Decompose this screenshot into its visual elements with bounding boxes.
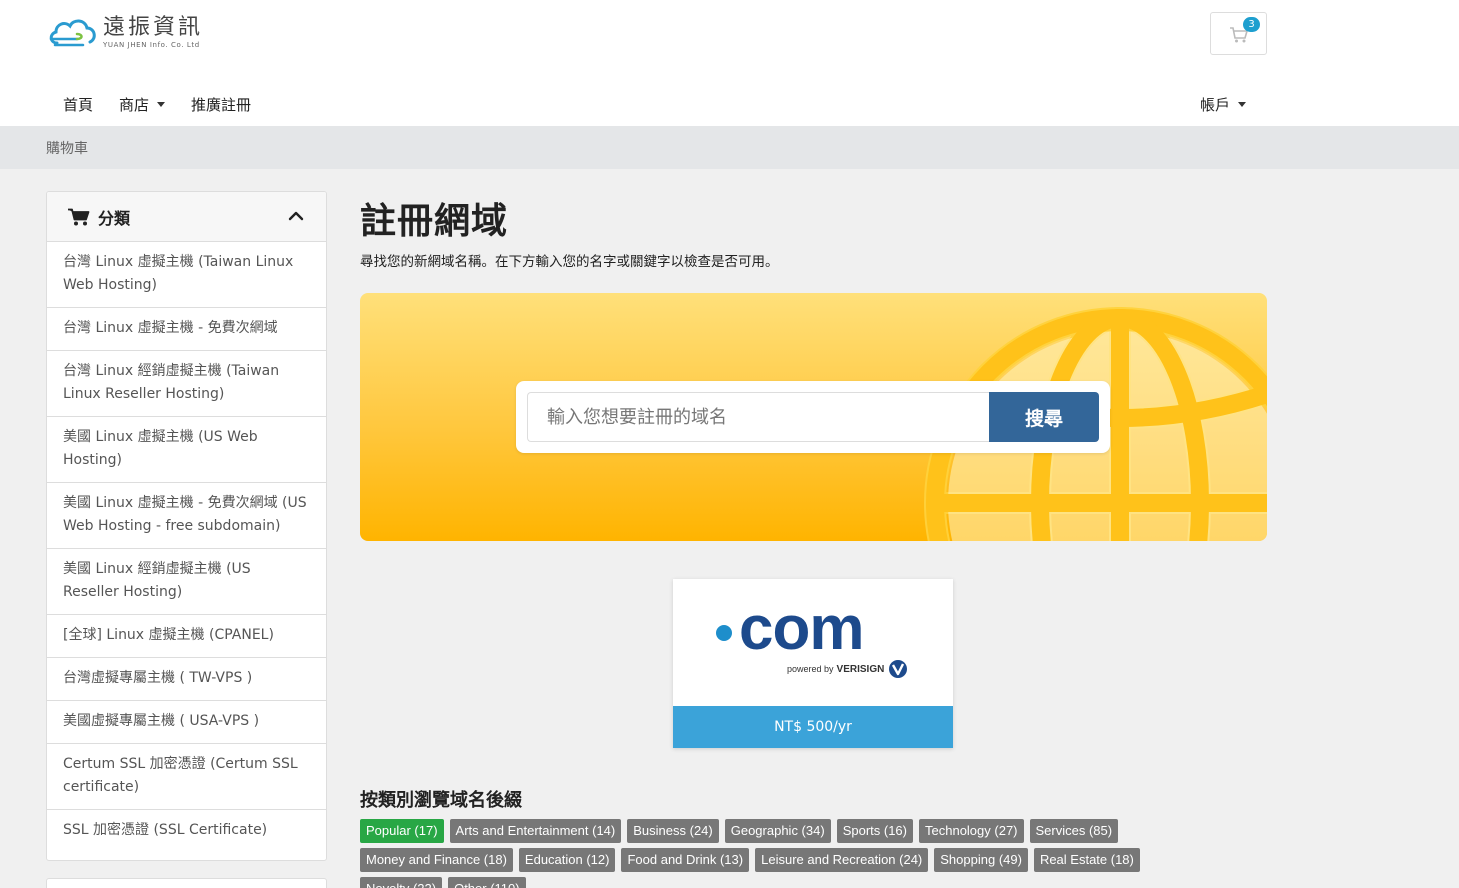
verisign-check-icon	[889, 660, 908, 678]
category-tag[interactable]: Leisure and Recreation (24)	[755, 848, 929, 872]
cart-count-badge: 3	[1243, 17, 1260, 32]
sidebar-item[interactable]: 台灣虛擬專屬主機 ( TW-VPS )	[47, 658, 326, 701]
shopping-cart-icon	[68, 208, 90, 225]
category-tag-popular[interactable]: Popular (17)	[360, 819, 444, 843]
nav-item-label: 推廣註冊	[191, 95, 252, 114]
caret-down-icon	[157, 101, 166, 107]
nav-item-label: 首頁	[63, 95, 94, 114]
cart-button[interactable]	[1210, 12, 1267, 55]
category-tag[interactable]: Geographic (34)	[724, 819, 831, 843]
breadcrumb-bar: 購物車	[0, 126, 1459, 169]
category-tag[interactable]: Food and Drink (13)	[621, 848, 750, 872]
category-tag[interactable]: Sports (16)	[836, 819, 913, 843]
domain-search-box: 搜尋	[516, 381, 1110, 453]
category-tag[interactable]: Services (85)	[1029, 819, 1119, 843]
sidebar-item[interactable]: Certum SSL 加密憑證 (Certum SSL certificate)	[47, 744, 326, 810]
category-tag[interactable]: Business (24)	[627, 819, 719, 843]
cloud-logo-icon	[49, 19, 96, 47]
chevron-up-icon[interactable]	[288, 208, 304, 224]
sidebar-heading: 分類	[98, 208, 131, 228]
account-menu[interactable]: 帳戶	[1200, 92, 1247, 116]
nav-item-store[interactable]: 商店	[119, 92, 166, 116]
category-tag[interactable]: Money and Finance (18)	[360, 848, 513, 872]
sidebar-item[interactable]: [全球] Linux 虛擬主機 (CPANEL)	[47, 615, 326, 658]
featured-tld-card[interactable]: com powered by VERISIGN NT$ 500/yr	[673, 579, 953, 748]
sidebar-item[interactable]: 美國 Linux 虛擬主機 - 免費次網域 (US Web Hosting - …	[47, 483, 326, 549]
verisign-brand: VERISIGN	[836, 663, 885, 675]
domain-search-input[interactable]	[527, 392, 989, 442]
nav-item-home[interactable]: 首頁	[63, 92, 93, 116]
powered-by-label: powered by VERISIGN	[787, 659, 908, 679]
page-title: 註冊網域	[360, 201, 509, 242]
secondary-sidebar-panel	[46, 878, 327, 888]
brand-name: 遠振資訊	[103, 15, 204, 40]
category-tag[interactable]: Technology (27)	[919, 819, 1024, 843]
search-button[interactable]: 搜尋	[989, 392, 1099, 442]
nav-item-affiliate[interactable]: 推廣註冊	[191, 92, 251, 116]
main-nav: 首頁 商店 推廣註冊	[63, 92, 277, 116]
sidebar-item[interactable]: 美國 Linux 經銷虛擬主機 (US Reseller Hosting)	[47, 549, 326, 615]
brand-logo[interactable]: 遠振資訊 YUAN JHEN Info. Co. Ltd	[47, 15, 203, 51]
caret-down-icon	[1238, 101, 1247, 107]
brand-subtitle: YUAN JHEN Info. Co. Ltd	[103, 41, 200, 49]
category-tag[interactable]: Other (110)	[448, 877, 526, 888]
sidebar-item[interactable]: 美國虛擬專屬主機 ( USA-VPS )	[47, 701, 326, 744]
com-logo: com powered by VERISIGN	[673, 579, 953, 706]
category-tag[interactable]: Arts and Entertainment (14)	[449, 819, 622, 843]
sidebar-item[interactable]: 台灣 Linux 虛擬主機 (Taiwan Linux Web Hosting)	[47, 242, 326, 308]
tld-word: com	[739, 594, 864, 663]
sidebar-item[interactable]: SSL 加密憑證 (SSL Certificate)	[47, 810, 326, 852]
sidebar-item[interactable]: 美國 Linux 虛擬主機 (US Web Hosting)	[47, 417, 326, 483]
dot-icon	[716, 625, 732, 641]
powered-by-text: powered by	[787, 664, 834, 674]
page-subtitle: 尋找您的新網域名稱。在下方輸入您的名字或關鍵字以檢查是否可用。	[360, 254, 779, 270]
nav-item-label: 商店	[119, 95, 150, 114]
account-label: 帳戶	[1200, 95, 1231, 114]
category-sidebar: 分類 台灣 Linux 虛擬主機 (Taiwan Linux Web Hosti…	[46, 191, 327, 861]
breadcrumb: 購物車	[46, 141, 88, 157]
sidebar-item[interactable]: 台灣 Linux 經銷虛擬主機 (Taiwan Linux Reseller H…	[47, 351, 326, 417]
sidebar-item[interactable]: 台灣 Linux 虛擬主機 - 免費次網域	[47, 308, 326, 351]
tld-price: NT$ 500/yr	[673, 706, 953, 748]
category-tag[interactable]: Education (12)	[518, 848, 616, 872]
category-tag[interactable]: Novelty (22)	[360, 877, 443, 888]
tld-category-tags: Popular (17) Arts and Entertainment (14)…	[360, 819, 1210, 888]
category-tag[interactable]: Real Estate (18)	[1033, 848, 1140, 872]
category-tag[interactable]: Shopping (49)	[934, 848, 1028, 872]
sidebar-header[interactable]: 分類	[47, 192, 326, 242]
browse-categories-title: 按類別瀏覽域名後綴	[360, 790, 522, 811]
site-header: 遠振資訊 YUAN JHEN Info. Co. Ltd 3 首頁 商店 推廣註…	[0, 0, 1459, 126]
